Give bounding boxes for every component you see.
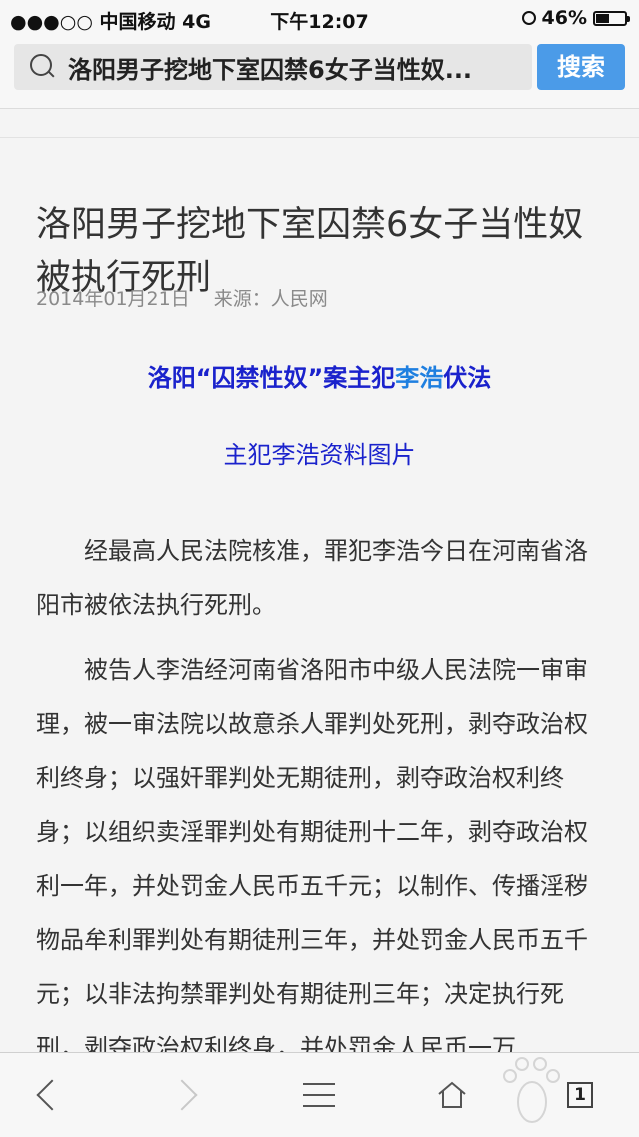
status-right: 46% [521,7,630,29]
article-source: 来源：人民网 [213,288,328,310]
search-icon [30,54,56,80]
home-icon[interactable] [430,1073,474,1117]
subhead-suffix: 伏法 [443,364,492,392]
search-query[interactable]: 洛阳男子挖地下室囚禁6女子当性奴... [68,50,528,85]
forward-icon[interactable] [160,1073,204,1117]
article-paragraph: 经最高人民法院核准，罪犯李浩今日在河南省洛阳市被依法执行死刑。 [36,537,588,619]
battery-percent: 46% [541,7,587,29]
subhead-text: 洛阳“囚禁性奴”案主犯 [147,364,396,392]
image-caption: 主犯李浩资料图片 [223,441,416,469]
divider [0,109,639,138]
article-meta: 2014年01月21日 来源：人民网 [36,284,328,311]
article-date: 2014年01月21日 [36,288,190,310]
battery-icon [593,10,630,26]
alarm-icon [521,11,536,25]
status-bar: ●●●○○ 中国移动 4G 下午12:07 46% [0,0,639,36]
article-paragraph: 被告人李浩经河南省洛阳市中级人民法院一审审理，被一审法院以故意杀人罪判处死刑，剥… [36,656,588,1052]
paw-watermark-icon [503,1057,560,1123]
tabs-count: 1 [567,1082,593,1108]
menu-icon[interactable] [297,1073,341,1117]
search-input[interactable]: 洛阳男子挖地下室囚禁6女子当性奴... [14,44,532,90]
search-button[interactable]: 搜索 [537,44,625,90]
search-bar: 洛阳男子挖地下室囚禁6女子当性奴... 搜索 [0,36,639,109]
battery-fill [596,13,609,23]
back-icon[interactable] [30,1073,74,1117]
subhead-name-link[interactable]: 李浩 [395,364,443,392]
article-subhead: 洛阳“囚禁性奴”案主犯李浩伏法 [0,358,639,393]
article-content[interactable]: 洛阳男子挖地下室囚禁6女子当性奴 被执行死刑 2014年01月21日 来源：人民… [0,138,639,1052]
